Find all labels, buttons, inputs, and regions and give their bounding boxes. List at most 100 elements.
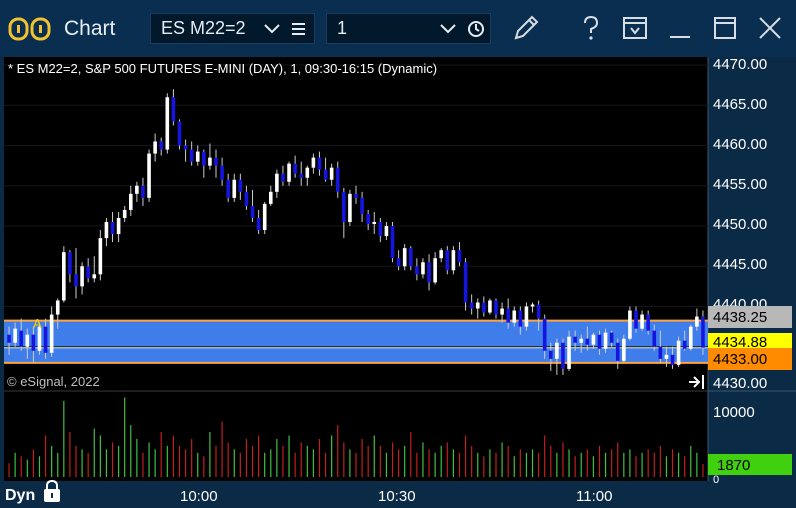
interval-select[interactable]: 1 [326,13,491,44]
candle-body [293,163,297,174]
candle-body [92,274,97,279]
candle-body [469,302,474,309]
candle-body [561,342,565,369]
candle-body [646,314,650,331]
symbol-select[interactable]: ES M22=2 [150,13,315,44]
candle-body [524,306,529,327]
candle-body [147,153,151,198]
candle-body [13,328,17,343]
price-label: 4445.00 [713,256,767,273]
candle-body [25,334,30,347]
minimize-icon[interactable] [664,12,696,44]
candle-body [141,185,145,198]
candle-body [597,334,602,349]
chevron-down-icon [264,24,280,34]
price-label: 4455.00 [713,176,767,193]
chart-area[interactable]: * ES M22=2, S&P 500 FUTURES E-MINI (DAY)… [0,57,796,508]
candle-body [159,141,164,150]
candle-body [615,342,620,361]
upper-band-value: 4438.25 [713,309,767,326]
candle-body [628,310,632,339]
clock-icon[interactable] [467,20,485,38]
candle-body [55,300,60,315]
dyn-label[interactable]: Dyn [5,487,35,504]
volume-label: 0 [713,474,719,486]
interval-select-value: 1 [337,18,348,38]
price-label: 4465.00 [713,96,767,113]
candle-body [214,157,218,166]
candle-body [421,262,425,275]
candle-body [457,250,462,263]
candle-body [609,332,614,343]
help-icon[interactable] [575,12,607,44]
candle-body [603,332,608,349]
candle-body [19,330,24,347]
candle-body [512,310,517,323]
candle-body [135,185,139,194]
candle-body [281,173,285,182]
marker-label: A [33,316,42,331]
candle-body [256,217,261,231]
candle-body [104,222,109,239]
candle-body [232,179,237,198]
time-label: 10:30 [378,488,416,505]
maximize-icon[interactable] [709,12,741,44]
candle-body [171,97,176,122]
candle-body [220,165,224,180]
candle-body [287,163,291,182]
candle-body [500,308,504,315]
candle-body [250,205,255,218]
candle-body [688,326,693,349]
menu-icon[interactable] [291,21,307,37]
candle-body [451,250,456,271]
candle-body [335,167,340,192]
candlestick-chart[interactable]: * ES M22=2, S&P 500 FUTURES E-MINI (DAY)… [0,57,796,508]
close-icon[interactable] [754,12,786,44]
candle-body [268,191,273,204]
save-layout-icon[interactable] [619,12,651,44]
candle-body [183,145,188,150]
volume-value: 1870 [717,457,750,474]
candle-body [433,258,437,283]
candle-body [202,151,206,166]
candle-body [238,179,243,192]
link-icon[interactable] [8,15,52,43]
candle-body [189,149,194,162]
candle-body [43,326,48,353]
candle-body [664,354,669,359]
candle-body [585,338,590,345]
candle-body [62,252,66,301]
time-label: 11:00 [576,488,612,505]
price-label: 4460.00 [713,136,767,153]
volume-label: 10000 [713,404,755,421]
candle-body [329,167,334,180]
candle-body [7,334,11,343]
candle-body [640,314,644,329]
candle-body [305,167,310,178]
candle-body [482,302,486,313]
price-label: 4430.00 [713,375,767,392]
candle-body [98,238,103,275]
copyright-label: © eSignal, 2022 [7,374,100,389]
candle-body [116,217,121,235]
candle-body [317,157,322,170]
candle-body [488,300,492,313]
band-fill [4,320,708,363]
candle-body [68,252,72,275]
candle-body [244,191,249,206]
candle-body [372,222,377,225]
candle-body [506,308,510,323]
candle-body [530,304,535,307]
candle-body [676,340,681,365]
candle-body [110,222,115,235]
price-label: 4470.00 [713,57,767,73]
pen-icon[interactable] [510,12,542,44]
candle-body [323,169,328,180]
candle-body [542,318,547,351]
candle-body [536,304,541,319]
candle-body [408,248,413,267]
candle-body [195,151,200,162]
candle-body [354,193,358,198]
candle-body [226,179,230,198]
candle-body [463,262,468,303]
